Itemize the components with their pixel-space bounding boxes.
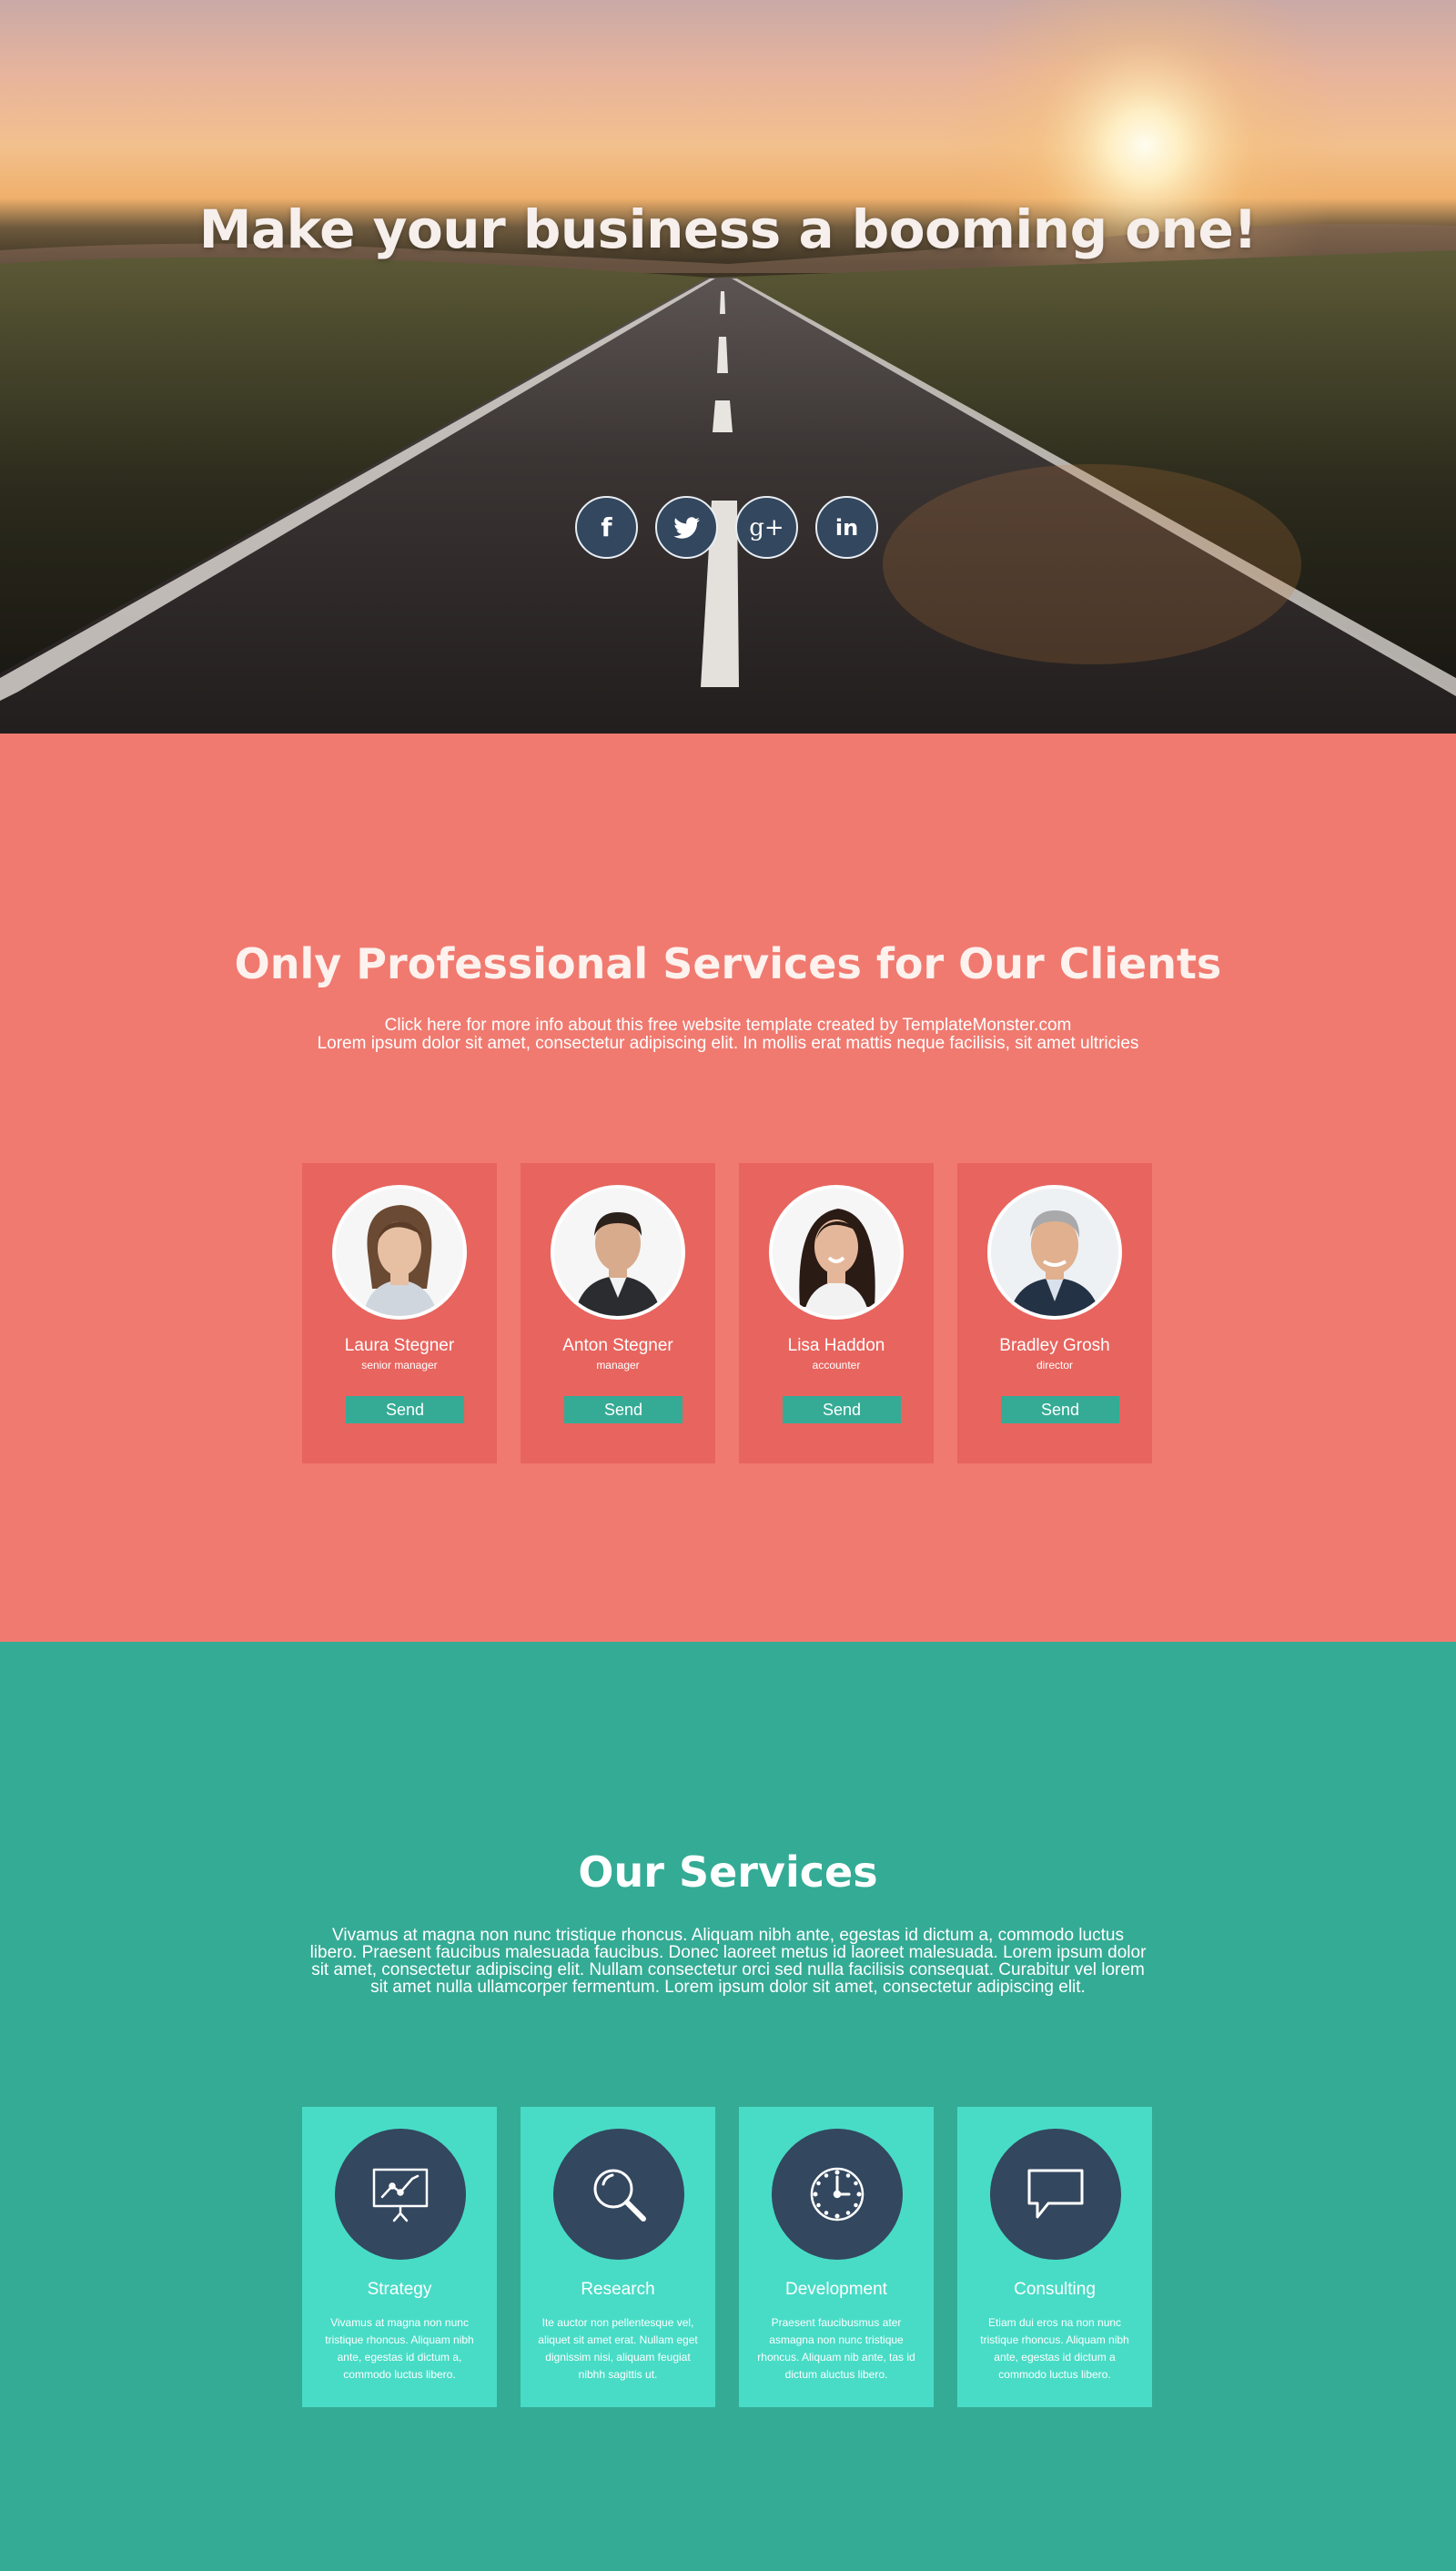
speech-bubble-icon bbox=[1027, 2169, 1084, 2219]
member-name: Anton Stegner bbox=[562, 1336, 673, 1355]
member-role: manager bbox=[596, 1359, 640, 1372]
avatar bbox=[769, 1185, 904, 1320]
member-name: Bradley Grosh bbox=[999, 1336, 1110, 1355]
hero-title: Make your business a booming one! bbox=[198, 198, 1258, 260]
services-section: Our Services Vivamus at magna non nunc t… bbox=[0, 1642, 1456, 2571]
facebook-button[interactable]: f bbox=[575, 496, 638, 559]
send-button[interactable]: Send bbox=[564, 1396, 682, 1423]
facebook-icon: f bbox=[601, 511, 612, 542]
service-description: Etiam dui eros na non nunc tristique rho… bbox=[980, 2316, 1129, 2381]
service-title: Strategy bbox=[367, 2280, 432, 2299]
team-intro-text: Lorem ipsum dolor sit amet, consectetur … bbox=[317, 1034, 1139, 1053]
woman-portrait-image bbox=[773, 1189, 900, 1316]
templatemonster-link[interactable]: Click here for more info about this free… bbox=[385, 1016, 1072, 1035]
magnifier-icon bbox=[593, 2169, 646, 2222]
google-plus-button[interactable]: g+ bbox=[735, 496, 798, 559]
team-card: Bradley Grosh director Send bbox=[957, 1163, 1152, 1463]
service-card: Research Ite auctor non pellentesque vel… bbox=[521, 2107, 715, 2407]
service-description: Ite auctor non pellentesque vel, aliquet… bbox=[538, 2316, 698, 2381]
team-intro: Click here for more info about this free… bbox=[0, 1017, 1456, 1053]
member-role: director bbox=[1036, 1359, 1073, 1372]
send-button[interactable]: Send bbox=[346, 1396, 464, 1423]
team-card: Lisa Haddon accounter Send bbox=[739, 1163, 934, 1463]
services-cards: Strategy Vivamus at magna non nunc trist… bbox=[302, 2107, 1152, 2407]
services-section-title: Our Services bbox=[578, 1847, 878, 1897]
services-intro: Vivamus at magna non nunc tristique rhon… bbox=[309, 1926, 1147, 1997]
team-cards: Laura Stegner senior manager Send Anton … bbox=[302, 1163, 1152, 1463]
team-card: Laura Stegner senior manager Send bbox=[302, 1163, 497, 1463]
social-links: f g+ in bbox=[575, 496, 878, 559]
woman-portrait-image bbox=[336, 1189, 463, 1316]
member-role: accounter bbox=[812, 1359, 861, 1372]
avatar bbox=[987, 1185, 1122, 1320]
service-description: Praesent faucibusmus ater asmagna non nu… bbox=[757, 2316, 915, 2381]
twitter-icon bbox=[672, 516, 700, 539]
member-role: senior manager bbox=[361, 1359, 438, 1372]
hero-section: Make your business a booming one! f g+ i… bbox=[0, 0, 1456, 734]
twitter-button[interactable] bbox=[655, 496, 718, 559]
service-icon-circle bbox=[335, 2129, 466, 2260]
service-card: Development Praesent faucibusmus ater as… bbox=[739, 2107, 934, 2407]
service-title: Development bbox=[785, 2280, 887, 2299]
member-name: Laura Stegner bbox=[344, 1336, 455, 1355]
linkedin-button[interactable]: in bbox=[815, 496, 878, 559]
road-sunset-image bbox=[0, 0, 1456, 734]
team-card: Anton Stegner manager Send bbox=[521, 1163, 715, 1463]
service-description: Vivamus at magna non nunc tristique rhon… bbox=[325, 2316, 474, 2381]
clock-icon bbox=[810, 2167, 864, 2222]
service-icon-circle bbox=[990, 2129, 1121, 2260]
avatar bbox=[332, 1185, 467, 1320]
man-portrait-image bbox=[554, 1189, 682, 1316]
service-card: Consulting Etiam dui eros na non nunc tr… bbox=[957, 2107, 1152, 2407]
service-title: Research bbox=[581, 2280, 655, 2299]
service-card: Strategy Vivamus at magna non nunc trist… bbox=[302, 2107, 497, 2407]
team-section: Only Professional Services for Our Clien… bbox=[0, 734, 1456, 1642]
member-name: Lisa Haddon bbox=[787, 1336, 885, 1355]
send-button[interactable]: Send bbox=[783, 1396, 901, 1423]
google-plus-icon: g+ bbox=[749, 513, 784, 542]
man-portrait-image bbox=[991, 1189, 1118, 1316]
team-section-title: Only Professional Services for Our Clien… bbox=[234, 939, 1222, 988]
service-title: Consulting bbox=[1014, 2280, 1096, 2299]
send-button[interactable]: Send bbox=[1001, 1396, 1119, 1423]
linkedin-icon: in bbox=[834, 514, 859, 541]
presentation-chart-icon bbox=[372, 2168, 429, 2222]
service-icon-circle bbox=[772, 2129, 903, 2260]
avatar bbox=[551, 1185, 685, 1320]
service-icon-circle bbox=[553, 2129, 684, 2260]
